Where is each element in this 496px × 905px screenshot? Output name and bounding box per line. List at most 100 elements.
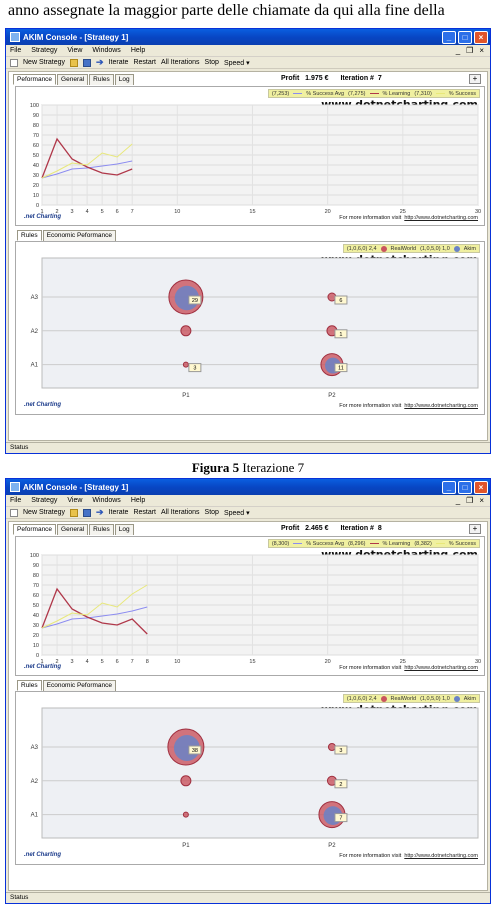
x-tick-label: 7 — [131, 659, 134, 665]
mdi-close-button[interactable]: × — [479, 46, 484, 55]
y-tick-label: 30 — [33, 173, 39, 179]
stop-button[interactable]: Stop — [205, 509, 219, 516]
tab-rules[interactable]: Rules — [89, 74, 114, 85]
stop-button[interactable]: Stop — [205, 59, 219, 66]
add-button[interactable]: + — [469, 74, 481, 84]
speed-dropdown[interactable]: Speed ▾ — [224, 59, 250, 67]
subtab-economic[interactable]: Economic Peformance — [42, 230, 117, 241]
y-tick-label: 70 — [33, 583, 39, 589]
restart-button[interactable]: Restart — [133, 59, 156, 66]
tab-general[interactable]: General — [57, 524, 89, 535]
profit-label: Profit — [281, 75, 300, 82]
iteration-label: Iteration # — [340, 525, 374, 532]
y-tick-label: 100 — [30, 553, 39, 559]
status-bar: Status — [6, 892, 490, 903]
footer-link-2[interactable]: http://www.dotnetcharting.com — [404, 403, 478, 409]
y-tick-label: 20 — [33, 633, 39, 639]
x-tick-label: 4 — [86, 659, 89, 665]
stats-line: Profit 2.465 € Iteration # 8 — [281, 525, 382, 532]
tab-log[interactable]: Log — [114, 524, 134, 535]
rules-bubble-chart: (1,0,6,0) 2,4 RealWorld (1,0,5,0) 1,0 Akim… — [15, 691, 485, 865]
close-button[interactable]: × — [474, 480, 488, 494]
new-strategy-button[interactable]: New Strategy — [23, 59, 65, 66]
tab-performance[interactable]: Peformance — [13, 524, 57, 535]
all-iterations-button[interactable]: All Iterations — [161, 59, 200, 66]
x-category-label: P2 — [328, 393, 336, 399]
new-strategy-button[interactable]: New Strategy — [23, 509, 65, 516]
speed-dropdown[interactable]: Speed ▾ — [224, 509, 250, 517]
mdi-restore-button[interactable]: ❐ — [466, 496, 473, 505]
tab-general[interactable]: General — [57, 74, 89, 85]
save-icon[interactable] — [83, 508, 92, 517]
line-chart-svg: 01020304050607080901001 2 3 4 5 6 7 8 10 15 20 25 30 — [30, 553, 481, 665]
title-bar: AKIM Console - [Strategy 1] _ □ × — [6, 479, 490, 495]
minimize-button[interactable]: _ — [442, 480, 456, 494]
x-tick-label: 6 — [116, 209, 119, 215]
window-title: AKIM Console - [Strategy 1] — [23, 32, 129, 42]
bubble-plot-area — [41, 257, 479, 389]
profit-value: 2.465 € — [305, 525, 329, 532]
tab-log[interactable]: Log — [114, 74, 134, 85]
iteration-value: 7 — [377, 75, 382, 82]
menu-help[interactable]: Help — [131, 497, 145, 504]
y-category-label: A1 — [31, 363, 39, 369]
y-category-label: A3 — [31, 745, 39, 751]
iteration-label: Iteration # — [340, 75, 374, 82]
x-tick-label: 3 — [71, 659, 74, 665]
chart-footer: For more information visit http://www.do… — [339, 665, 478, 671]
menu-windows[interactable]: Windows — [92, 47, 120, 54]
realworld-bubble — [182, 361, 189, 368]
maximize-button[interactable]: □ — [458, 30, 472, 44]
new-strategy-icon — [10, 58, 18, 67]
tab-rules[interactable]: Rules — [89, 524, 114, 535]
iterate-button[interactable]: Iterate — [109, 59, 129, 66]
tab-performance[interactable]: Peformance — [13, 74, 57, 85]
mdi-close-button[interactable]: × — [479, 496, 484, 505]
subtab-rules[interactable]: Rules — [17, 230, 42, 241]
x-tick-label: 5 — [101, 659, 104, 665]
menu-strategy[interactable]: Strategy — [31, 497, 57, 504]
menu-strategy[interactable]: Strategy — [31, 47, 57, 54]
mdi-minimize-button[interactable]: _ — [456, 496, 460, 505]
subtab-rules[interactable]: Rules — [17, 680, 42, 691]
minimize-button[interactable]: _ — [442, 30, 456, 44]
menu-view[interactable]: View — [67, 47, 82, 54]
bubble-chart-svg: A3 A2 A1 P1 P2 38 3 2 7 — [31, 707, 479, 849]
mdi-restore-button[interactable]: ❐ — [466, 46, 473, 55]
open-folder-icon[interactable] — [70, 508, 79, 517]
maximize-button[interactable]: □ — [458, 480, 472, 494]
bubble-plot-area — [41, 707, 479, 839]
restart-button[interactable]: Restart — [133, 509, 156, 516]
profit-value: 1.975 € — [305, 75, 329, 82]
menu-windows[interactable]: Windows — [92, 497, 120, 504]
mdi-minimize-button[interactable]: _ — [456, 46, 460, 55]
x-tick-label: 5 — [101, 209, 104, 215]
close-button[interactable]: × — [474, 30, 488, 44]
rules-bubble-chart: (1,0,6,0) 2,4 RealWorld (1,0,5,0) 1,0 Akim… — [15, 241, 485, 415]
menu-help[interactable]: Help — [131, 47, 145, 54]
y-tick-label: 60 — [33, 143, 39, 149]
performance-chart: (8,300)% Success Avg (8,296)% Learning (… — [15, 536, 485, 676]
menu-file[interactable]: File — [10, 497, 21, 504]
menu-file[interactable]: File — [10, 47, 21, 54]
add-button[interactable]: + — [469, 524, 481, 534]
save-icon[interactable] — [83, 58, 92, 67]
dotnetcharting-logo: .net Charting — [24, 214, 61, 220]
footer-link[interactable]: http://www.dotnetcharting.com — [404, 665, 478, 671]
chart-footer: For more information visit http://www.do… — [339, 215, 478, 221]
client-area: Peformance General Rules Log Profit 1.97… — [8, 71, 488, 441]
footer-link[interactable]: http://www.dotnetcharting.com — [404, 215, 478, 221]
menu-view[interactable]: View — [67, 497, 82, 504]
all-iterations-button[interactable]: All Iterations — [161, 509, 200, 516]
y-tick-label: 90 — [33, 113, 39, 119]
iterate-button[interactable]: Iterate — [109, 509, 129, 516]
footer-link-2[interactable]: http://www.dotnetcharting.com — [404, 853, 478, 859]
x-tick-label: 15 — [249, 209, 255, 215]
subtab-economic[interactable]: Economic Peformance — [42, 680, 117, 691]
bubble-chart-svg: A3 A2 A1 P1 P2 29 6 1 3 11 — [31, 257, 479, 399]
x-tick-label: 8 — [146, 659, 149, 665]
figure-caption: Figura 5 Iterazione 7 — [191, 460, 305, 475]
bubble-value-label: 7 — [339, 816, 342, 822]
open-folder-icon[interactable] — [70, 58, 79, 67]
bubble-value-label: 11 — [338, 366, 344, 372]
